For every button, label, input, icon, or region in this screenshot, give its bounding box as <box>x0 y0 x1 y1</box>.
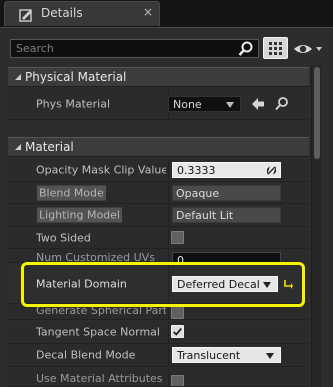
use-material-attributes-checkbox[interactable] <box>171 375 184 386</box>
property-label: Tangent Space Normal <box>36 325 160 339</box>
eye-icon <box>294 45 322 53</box>
row-tangent-space-normal: Tangent Space Normal <box>8 321 309 344</box>
property-label: Phys Material <box>36 97 111 110</box>
two-sided-checkbox[interactable] <box>171 231 184 244</box>
column-divider <box>168 159 169 181</box>
highlight-frame <box>21 262 305 307</box>
numeric-value: 0.3333 <box>177 164 216 177</box>
column-divider <box>168 249 169 262</box>
collapse-arrow-icon <box>15 74 21 80</box>
row-lighting-model: Lighting Model Default Lit <box>8 204 309 227</box>
search-box[interactable] <box>10 39 259 58</box>
tab-strip: Details × <box>0 0 333 28</box>
property-label: Decal Blend Mode <box>36 348 136 362</box>
lighting-model-value: Default Lit <box>172 207 281 223</box>
row-decal-blend-mode: Decal Blend Mode Translucent <box>8 344 309 367</box>
drag-spin-icon <box>267 166 276 175</box>
row-two-sided: Two Sided <box>8 227 309 249</box>
column-divider <box>168 204 169 226</box>
section-physical-material[interactable]: Physical Material <box>8 67 309 87</box>
chevron-down-icon <box>226 102 234 108</box>
use-selected-arrow-icon[interactable] <box>250 96 266 112</box>
phys-material-dropdown[interactable]: None <box>168 96 241 112</box>
row-blend-mode: Blend Mode Opaque <box>8 182 309 204</box>
property-label: Two Sided <box>36 231 91 244</box>
column-divider <box>168 182 169 203</box>
checkmark-icon <box>173 327 182 336</box>
view-options-button[interactable] <box>293 40 323 58</box>
property-label: Blend Mode <box>37 185 106 200</box>
scrollbar-thumb[interactable] <box>314 67 320 159</box>
section-material[interactable]: Material <box>8 137 309 157</box>
decal-blend-mode-dropdown[interactable]: Translucent <box>172 347 281 363</box>
grid-view-button[interactable] <box>263 37 288 59</box>
section-title: Physical Material <box>25 70 127 84</box>
details-icon <box>19 9 32 22</box>
close-icon[interactable]: × <box>143 5 153 19</box>
browse-search-icon[interactable] <box>274 96 290 112</box>
row-use-material-attributes: Use Material Attributes <box>8 368 309 387</box>
property-label: Lighting Model <box>37 207 122 223</box>
dropdown-value: Translucent <box>177 349 241 362</box>
row-num-customized-uvs: Num Customized UVs 0 <box>8 249 309 263</box>
dropdown-value: None <box>173 98 202 111</box>
property-label: Opacity Mask Clip Value <box>36 163 166 177</box>
search-icon[interactable] <box>238 41 254 57</box>
column-divider <box>168 344 169 366</box>
tab-title: Details <box>41 6 83 20</box>
chevron-down-icon <box>266 353 274 359</box>
section-title: Material <box>25 140 74 154</box>
blend-mode-value: Opaque <box>172 185 281 201</box>
generate-spherical-checkbox[interactable] <box>171 306 184 319</box>
row-opacity-mask-clip: Opacity Mask Clip Value 0.3333 <box>8 159 309 182</box>
grid-view-icon <box>269 42 282 55</box>
opacity-mask-clip-field[interactable]: 0.3333 <box>172 162 281 178</box>
column-divider <box>168 321 169 343</box>
property-label: Use Material Attributes <box>36 372 163 385</box>
column-divider <box>168 227 169 248</box>
row-phys-material: Phys Material None <box>8 88 309 120</box>
search-input[interactable] <box>16 41 226 56</box>
details-tab[interactable]: Details × <box>4 1 160 26</box>
collapse-arrow-icon <box>15 144 21 150</box>
readonly-value: Opaque <box>176 187 220 200</box>
column-divider <box>168 368 169 386</box>
readonly-value: Default Lit <box>176 209 234 222</box>
vertical-scrollbar[interactable] <box>311 65 321 387</box>
tangent-space-normal-checkbox[interactable] <box>171 325 184 338</box>
